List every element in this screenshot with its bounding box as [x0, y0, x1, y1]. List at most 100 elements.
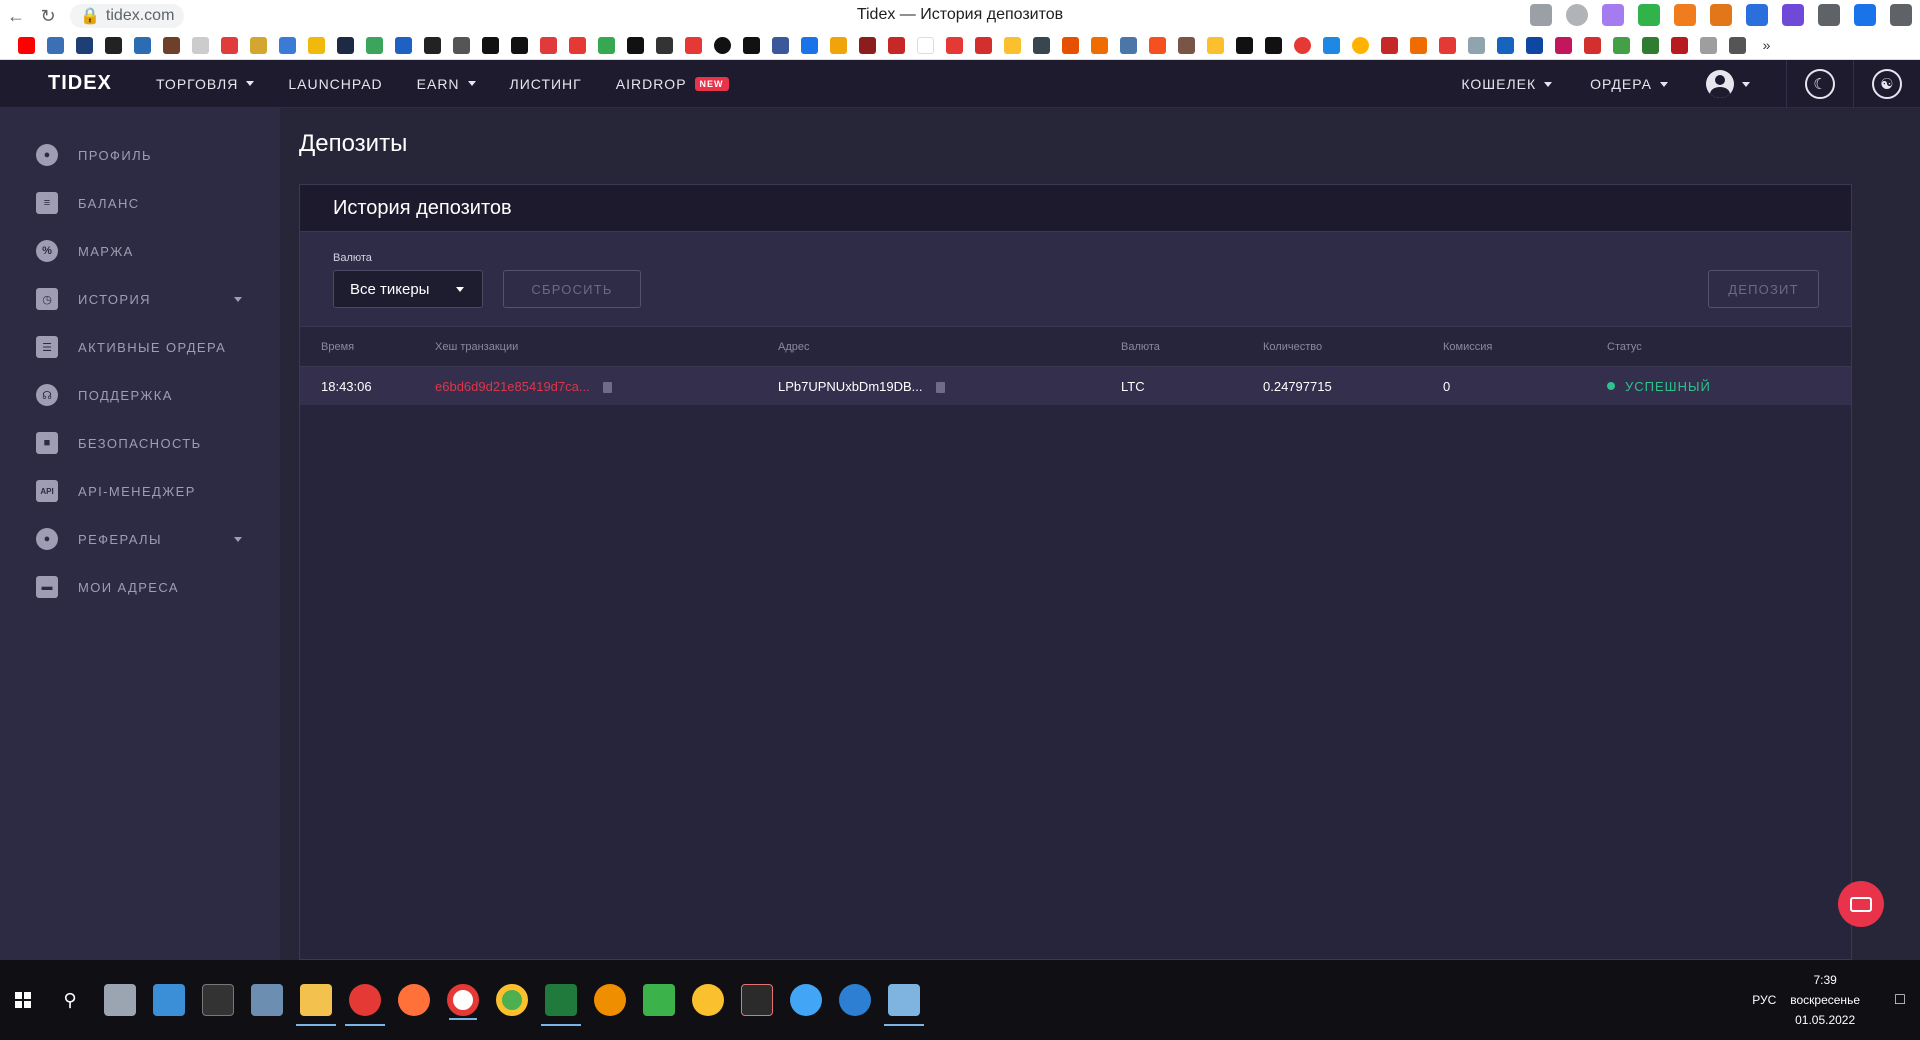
bookmark-icon[interactable] [453, 37, 470, 54]
bookmark-icon[interactable] [76, 37, 93, 54]
language-button[interactable]: ☯ [1854, 60, 1920, 108]
tidex-logo[interactable]: TIDEX [48, 72, 111, 95]
downloads-icon[interactable] [1890, 4, 1912, 26]
bookmark-icon[interactable] [1033, 37, 1050, 54]
transaction-hash-link[interactable]: e6bd6d9d21e85419d7ca... [435, 379, 590, 394]
adblock-icon[interactable] [1566, 4, 1588, 26]
app-icon[interactable] [884, 984, 924, 1026]
bookmark-icon[interactable] [830, 37, 847, 54]
bookmark-icon[interactable] [598, 37, 615, 54]
bookmark-icon[interactable] [1236, 37, 1253, 54]
sidebar-item-history[interactable]: ◷ ИСТОРИЯ [0, 275, 280, 323]
bookmark-icon[interactable] [1613, 37, 1630, 54]
app-icon[interactable] [643, 984, 675, 1016]
bookmark-icon[interactable] [279, 37, 296, 54]
bookmark-icon[interactable] [1091, 37, 1108, 54]
bookmark-icon[interactable] [1671, 37, 1688, 54]
bookmark-icon[interactable] [540, 37, 557, 54]
search-icon[interactable]: ⚲ [46, 990, 94, 1011]
bookmark-icon[interactable] [192, 37, 209, 54]
app-icon[interactable] [594, 984, 626, 1016]
menu-earn[interactable]: EARN [417, 76, 476, 92]
currency-select[interactable]: Все тикеры [333, 270, 483, 308]
bookmark-icon[interactable] [975, 37, 992, 54]
bookmark-icon[interactable] [714, 37, 731, 54]
bookmark-icon[interactable] [1323, 37, 1340, 54]
bookmark-icon[interactable] [163, 37, 180, 54]
bookmark-icon[interactable] [946, 37, 963, 54]
bookmark-icon[interactable] [1381, 37, 1398, 54]
app-icon[interactable] [741, 984, 773, 1016]
deposit-button[interactable]: ДЕПОЗИТ [1708, 270, 1819, 308]
bookmark-icon[interactable] [801, 37, 818, 54]
download-extension-icon[interactable] [1638, 4, 1660, 26]
bookmark-icon[interactable] [1004, 37, 1021, 54]
bookmark-icon[interactable] [1410, 37, 1427, 54]
vk-bookmark-icon[interactable] [1120, 37, 1137, 54]
bookmark-icon[interactable] [1468, 37, 1485, 54]
bookmark-icon[interactable] [743, 37, 760, 54]
bookmark-icon[interactable] [772, 37, 789, 54]
bookmark-icon[interactable] [366, 37, 383, 54]
bookmark-icon[interactable] [685, 37, 702, 54]
explorer-app-icon[interactable] [296, 984, 336, 1026]
bookmark-icon[interactable] [1207, 37, 1224, 54]
bookmark-icon[interactable] [1178, 37, 1195, 54]
extension-icon[interactable] [1746, 4, 1768, 26]
orders-menu[interactable]: ОРДЕРА [1590, 76, 1668, 92]
bookmark-icon[interactable] [859, 37, 876, 54]
calculator-app-icon[interactable] [251, 984, 283, 1016]
bookmark-icon[interactable] [395, 37, 412, 54]
potplayer-app-icon[interactable] [345, 984, 385, 1026]
bookmark-icon[interactable] [1700, 37, 1717, 54]
reload-icon[interactable]: ↻ [32, 0, 64, 32]
bookmark-icon[interactable] [1352, 37, 1369, 54]
youtube-bookmark-icon[interactable] [18, 37, 35, 54]
bookmark-icon[interactable] [250, 37, 267, 54]
menu-trading[interactable]: ТОРГОВЛЯ [156, 76, 255, 92]
sidebar-item-my-addresses[interactable]: ▬ МОИ АДРЕСА [0, 563, 280, 611]
extension-icon[interactable] [1674, 4, 1696, 26]
binance-bookmark-icon[interactable] [308, 37, 325, 54]
bookmark-icon[interactable] [1294, 37, 1311, 54]
bookmark-icon[interactable] [221, 37, 238, 54]
app-icon[interactable] [692, 984, 724, 1016]
bookmark-icon[interactable] [1526, 37, 1543, 54]
bookmark-icon[interactable] [1729, 37, 1746, 54]
copy-icon[interactable] [603, 381, 613, 393]
sidebar-item-profile[interactable]: ● ПРОФИЛЬ [0, 131, 280, 179]
bookmark-icon[interactable] [1149, 37, 1166, 54]
excel-app-icon[interactable] [541, 984, 581, 1026]
bookmark-icon[interactable] [1497, 37, 1514, 54]
more-bookmarks-icon[interactable]: » [1758, 37, 1775, 54]
chrome-app-icon[interactable] [496, 984, 528, 1016]
edge-app-icon[interactable] [839, 984, 871, 1016]
notifications-icon[interactable]: □ [1880, 991, 1920, 1009]
bookmark-icon[interactable] [1642, 37, 1659, 54]
bookmark-icon[interactable] [424, 37, 441, 54]
firefox-app-icon[interactable] [398, 984, 430, 1016]
sidebar-item-margin[interactable]: % МАРЖА [0, 227, 280, 275]
bookmark-icon[interactable] [1062, 37, 1079, 54]
bookmark-star-icon[interactable] [1530, 4, 1552, 26]
bookmark-icon[interactable] [1439, 37, 1456, 54]
bookmark-icon[interactable] [1584, 37, 1601, 54]
bookmark-icon[interactable] [656, 37, 673, 54]
bookmark-icon[interactable] [569, 37, 586, 54]
sidebar-item-support[interactable]: ☊ ПОДДЕРЖКА [0, 371, 280, 419]
keyboard-language[interactable]: РУС [1752, 993, 1776, 1007]
sidebar-item-security[interactable]: ■ БЕЗОПАСНОСТЬ [0, 419, 280, 467]
k-extension-icon[interactable] [1782, 4, 1804, 26]
wallet-menu[interactable]: КОШЕЛЕК [1461, 76, 1553, 92]
extension-icon[interactable] [1854, 4, 1876, 26]
bookmark-icon[interactable] [511, 37, 528, 54]
bookmark-icon[interactable] [134, 37, 151, 54]
bookmark-icon[interactable] [1555, 37, 1572, 54]
theme-toggle-button[interactable]: ☾ [1787, 60, 1853, 108]
bookmark-icon[interactable] [1265, 37, 1282, 54]
bookmark-icon[interactable] [888, 37, 905, 54]
menu-launchpad[interactable]: LAUNCHPAD [288, 76, 382, 92]
bookmark-icon[interactable] [482, 37, 499, 54]
address-bar[interactable]: 🔒 tidex.com [70, 4, 185, 28]
reset-button[interactable]: СБРОСИТЬ [503, 270, 641, 308]
